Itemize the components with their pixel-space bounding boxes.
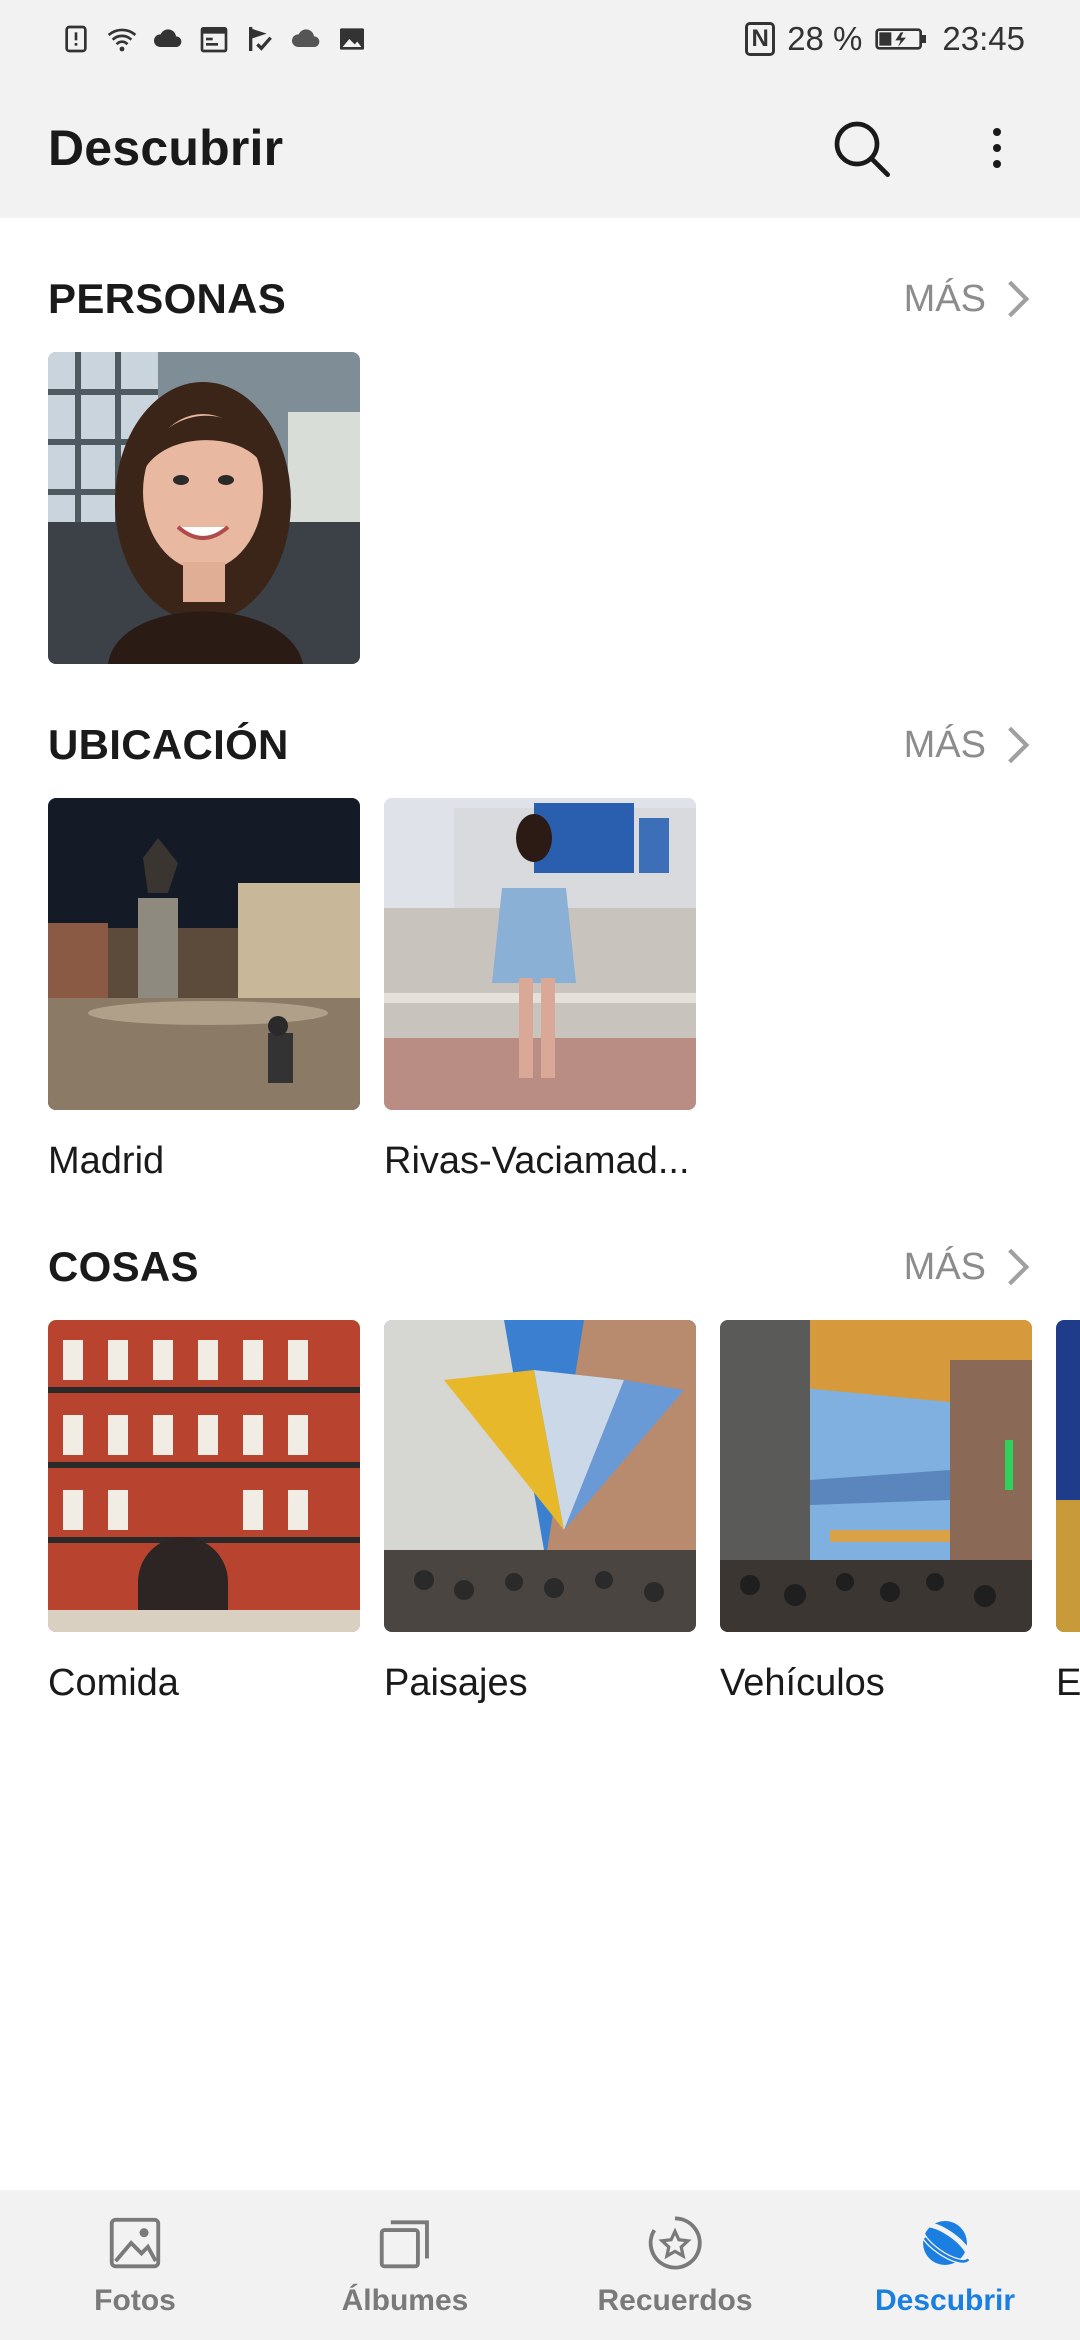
thing-thumbnail[interactable]	[384, 1320, 696, 1632]
thumb-row: Comida Paisajes Vehículos E	[0, 1320, 1080, 1705]
nav-item-recuerdos[interactable]: Recuerdos	[540, 2190, 810, 2340]
more-label: MÁS	[903, 1245, 986, 1288]
thing-tile[interactable]: E	[1056, 1320, 1080, 1705]
section-header: COSAS MÁS	[0, 1222, 1080, 1312]
section-personas: PERSONAS MÁS	[0, 254, 1080, 664]
more-button[interactable]: MÁS	[904, 278, 1032, 321]
thing-label: Paisajes	[384, 1662, 528, 1704]
chevron-right-icon	[1008, 280, 1030, 318]
location-thumbnail[interactable]	[48, 798, 360, 1110]
thumb-row: Madrid Rivas-Vaciamad...	[0, 798, 1080, 1183]
chevron-right-icon	[1008, 1248, 1030, 1286]
thing-label: Comida	[48, 1662, 179, 1704]
status-bar: N 28 % 23:45	[0, 0, 1080, 78]
thing-tile[interactable]: Vehículos	[720, 1320, 1032, 1705]
location-tile[interactable]: Rivas-Vaciamad...	[384, 798, 696, 1183]
thing-label: Vehículos	[720, 1662, 885, 1704]
nav-label: Recuerdos	[597, 2284, 753, 2317]
overflow-menu-button[interactable]	[962, 113, 1032, 183]
thumb-row	[0, 352, 1080, 664]
thing-thumbnail[interactable]	[720, 1320, 1032, 1632]
albums-icon	[379, 2220, 429, 2269]
photo-icon	[109, 2217, 161, 2269]
bottom-nav: Fotos Álbumes Recuerdos Descubrir	[0, 2190, 1080, 2340]
status-icons-right: N 28 % 23:45	[745, 20, 1025, 58]
calendar-icon	[198, 23, 230, 55]
clock: 23:45	[942, 20, 1025, 57]
location-label: Madrid	[48, 1140, 165, 1182]
more-vert-icon	[993, 128, 1001, 168]
section-header: UBICACIÓN MÁS	[0, 700, 1080, 790]
person-thumbnail[interactable]	[48, 352, 360, 664]
more-label: MÁS	[903, 277, 986, 320]
sim-alert-icon	[60, 23, 92, 55]
section-title: COSAS	[48, 1243, 199, 1290]
search-icon	[834, 121, 890, 177]
thing-tile[interactable]: Comida	[48, 1320, 360, 1705]
section-header: PERSONAS MÁS	[0, 254, 1080, 344]
nav-label: Descubrir	[874, 2284, 1016, 2317]
search-button[interactable]	[826, 113, 896, 183]
thing-tile[interactable]: Paisajes	[384, 1320, 696, 1705]
section-ubicacion: UBICACIÓN MÁS Madrid Rivas-Vaciamad...	[0, 700, 1080, 1183]
location-thumbnail[interactable]	[384, 798, 696, 1110]
cloud-sync-icon	[290, 23, 322, 55]
section-title: UBICACIÓN	[48, 721, 289, 768]
thing-label: E	[1056, 1662, 1080, 1704]
battery-percent: 28 %	[787, 20, 863, 57]
nfc-icon: N	[745, 22, 776, 56]
nav-label: Fotos	[94, 2284, 176, 2317]
page-title: Descubrir	[48, 120, 284, 176]
memories-icon	[648, 2216, 702, 2270]
chevron-right-icon	[1008, 726, 1030, 764]
more-label: MÁS	[903, 723, 986, 766]
nav-item-descubrir[interactable]: Descubrir	[810, 2190, 1080, 2340]
thing-thumbnail[interactable]	[1056, 1320, 1080, 1632]
status-icons-left	[60, 23, 368, 55]
check-flag-icon	[244, 23, 276, 55]
battery-charging-icon	[874, 23, 930, 55]
person-tile[interactable]	[48, 352, 360, 664]
location-tile[interactable]: Madrid	[48, 798, 360, 1183]
thing-thumbnail[interactable]	[48, 1320, 360, 1632]
nav-label: Álbumes	[341, 2284, 469, 2317]
app-bar: Descubrir	[0, 78, 1080, 218]
discover-icon	[918, 2221, 972, 2265]
nav-item-fotos[interactable]: Fotos	[0, 2190, 270, 2340]
cloud-icon	[152, 23, 184, 55]
location-label: Rivas-Vaciamad...	[384, 1140, 690, 1182]
more-button[interactable]: MÁS	[904, 724, 1032, 767]
image-icon	[336, 23, 368, 55]
wifi-icon	[106, 23, 138, 55]
section-title: PERSONAS	[48, 275, 287, 322]
more-button[interactable]: MÁS	[904, 1246, 1032, 1289]
nav-item-albumes[interactable]: Álbumes	[270, 2190, 540, 2340]
section-cosas: COSAS MÁS Comida Paisajes Vehículos E	[0, 1222, 1080, 1705]
